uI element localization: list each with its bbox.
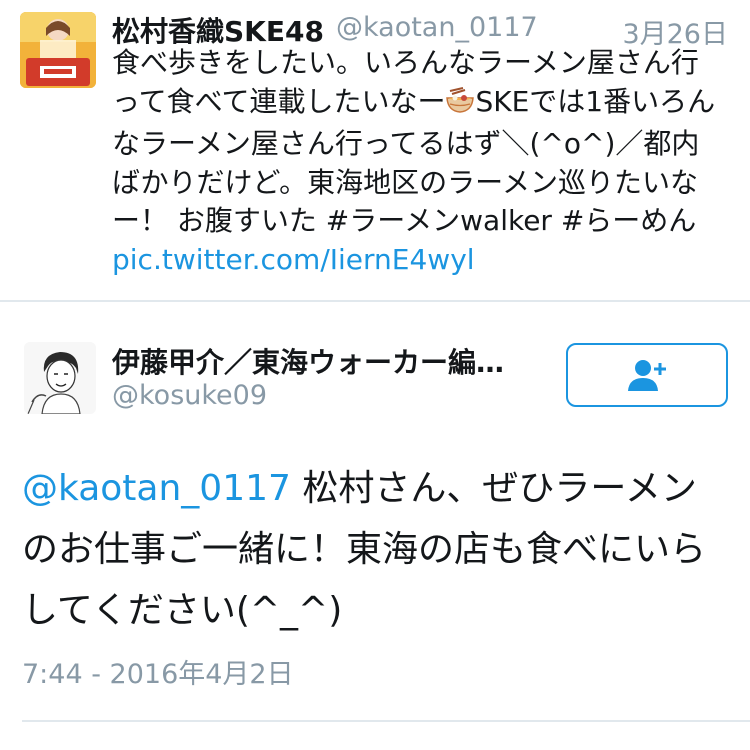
reply-author-avatar[interactable] xyxy=(24,342,96,414)
reply-tweet-text: @kaotan_0117 松村さん、ぜひラーメンのお仕事ご一緒に！東海の店も食べ… xyxy=(22,458,732,641)
parent-author-handle[interactable]: @kaotan_0117 xyxy=(336,12,538,43)
tweet-divider xyxy=(0,300,750,302)
ramen-bowl-icon xyxy=(445,86,475,126)
reply-timestamp[interactable]: 7:44 - 2016年4月2日 xyxy=(22,652,294,691)
add-user-icon xyxy=(627,358,667,392)
reply-author-handle[interactable]: @kosuke09 xyxy=(112,380,267,411)
bottom-divider xyxy=(22,720,750,722)
reply-author-name[interactable]: 伊藤甲介／東海ウォーカー編集長 xyxy=(112,341,512,381)
parent-tweet-text: 食べ歩きをしたい。いろんなラーメン屋さん行って食べて連載したいなー SKEでは1番… xyxy=(112,44,722,279)
parent-tweet[interactable]: 松村香織SKE48 @kaotan_0117 3月26日 食べ歩きをしたい。いろ… xyxy=(0,0,750,300)
reply-mention-link[interactable]: @kaotan_0117 xyxy=(22,468,291,509)
parent-tweet-media-link[interactable]: pic.twitter.com/IiernE4wyl xyxy=(112,243,475,276)
follow-button[interactable] xyxy=(566,343,728,407)
parent-author-avatar[interactable] xyxy=(20,12,96,88)
